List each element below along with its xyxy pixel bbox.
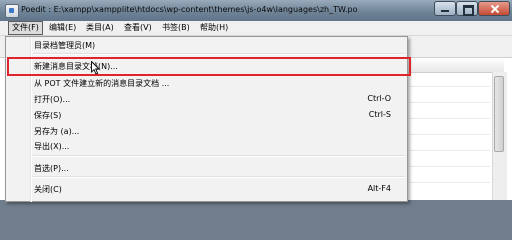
list-row-divider <box>410 118 490 119</box>
maximize-button[interactable] <box>456 1 478 16</box>
window-title: Poedit : E:\xampp\xampplite\htdocs\wp-co… <box>21 5 358 14</box>
menu-bar: 文件(F) 编辑(E) 类目(A) 查看(V) 书签(B) 帮助(H) <box>0 21 512 36</box>
list-row-divider <box>410 134 490 135</box>
menu-help[interactable]: 帮助(H) <box>197 22 231 34</box>
menu-view[interactable]: 查看(V) <box>121 22 155 34</box>
list-row-divider <box>410 86 490 87</box>
minimize-button[interactable] <box>434 1 456 16</box>
menu-separator <box>33 53 405 55</box>
menu-item-preferences[interactable]: 首选(P)... <box>34 163 69 174</box>
title-bar: Poedit : E:\xampp\xampplite\htdocs\wp-co… <box>0 0 512 21</box>
mouse-cursor-icon <box>91 61 100 75</box>
menu-bookmarks[interactable]: 书签(B) <box>159 22 193 34</box>
menu-item-new-from-pot[interactable]: 从 POT 文件建立新的消息目录文档 ... <box>34 78 169 89</box>
list-row-divider <box>410 182 490 183</box>
menu-catalog[interactable]: 类目(A) <box>83 22 117 34</box>
menu-item-catalog-manager[interactable]: 目录档管理员(M) <box>34 40 95 51</box>
list-row-divider <box>410 150 490 151</box>
close-window-button[interactable] <box>478 1 510 16</box>
menu-edit[interactable]: 编辑(E) <box>46 22 79 34</box>
menu-item-close[interactable]: 关闭(C) <box>34 184 62 195</box>
scrollbar-thumb[interactable] <box>494 76 504 152</box>
poedit-app-icon[interactable] <box>5 4 19 18</box>
list-row-divider <box>410 166 490 167</box>
menu-item-export[interactable]: 导出(X)... <box>34 141 69 152</box>
menu-item-save[interactable]: 保存(S) <box>34 110 61 121</box>
list-row-divider <box>410 102 490 103</box>
file-menu-dropdown: 目录档管理员(M) 新建消息目录文档(N)... 从 POT 文件建立新的消息目… <box>5 36 411 202</box>
list-column-header <box>404 58 504 73</box>
red-highlight-annotation <box>7 57 411 76</box>
menu-item-save-as[interactable]: 另存为 (a)... <box>34 126 79 137</box>
shortcut-save: Ctrl-S <box>368 110 391 119</box>
menu-file[interactable]: 文件(F) <box>8 21 43 35</box>
menu-separator <box>33 155 405 157</box>
menu-separator <box>33 176 405 178</box>
shortcut-open: Ctrl-O <box>367 94 391 103</box>
shortcut-close: Alt-F4 <box>367 184 391 193</box>
menu-item-open[interactable]: 打开(O)... <box>34 94 70 105</box>
